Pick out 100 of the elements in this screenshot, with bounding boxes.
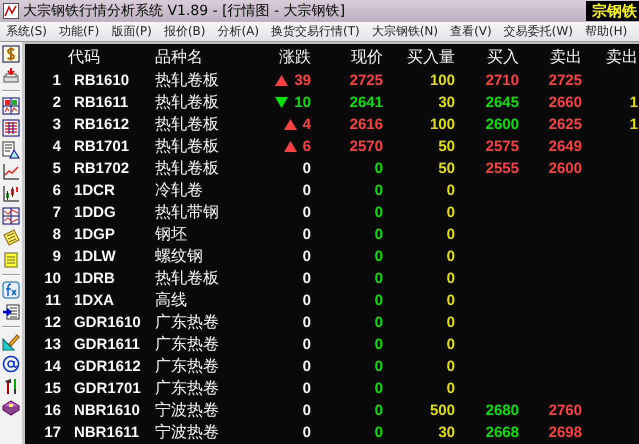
contract-code: GDR1610 [74, 314, 141, 330]
menu-item[interactable]: 版面(P) [105, 23, 158, 40]
function-icon[interactable] [2, 281, 20, 299]
volume-value: 0 [446, 314, 455, 330]
change-value: 0 [302, 292, 311, 308]
row-number: 15 [44, 380, 61, 396]
contract-code: 1DDG [74, 204, 116, 220]
column-header[interactable]: 品种名 [155, 46, 203, 68]
column-header[interactable]: 卖出 [606, 46, 638, 68]
price-value: 2725 [350, 72, 383, 88]
bid-price: 2555 [486, 160, 519, 176]
volume-value: 0 [446, 204, 455, 220]
column-header[interactable]: 买入量 [407, 46, 455, 68]
at-icon[interactable] [2, 355, 20, 373]
price-value: 2570 [350, 138, 383, 154]
price-value: 0 [374, 424, 383, 440]
price-value: 0 [374, 182, 383, 198]
document-icon[interactable] [2, 141, 20, 159]
change-value: 6 [302, 138, 311, 154]
product-name: 热轧卷板 [155, 268, 219, 288]
menu-item[interactable]: 大宗钢铁(N) [366, 23, 444, 40]
menu-item[interactable]: 查看(V) [444, 23, 498, 40]
price-value: 0 [374, 402, 383, 418]
column-header[interactable]: 卖出 [550, 46, 582, 68]
grid-chart-icon[interactable] [2, 207, 20, 225]
contract-code: RB1612 [74, 116, 130, 132]
bid-price: 2680 [486, 402, 519, 418]
price-value: 0 [374, 270, 383, 286]
printer-icon[interactable] [2, 67, 20, 85]
price-value: 2616 [350, 116, 383, 132]
menu-item[interactable]: 交易委托(W) [498, 23, 579, 40]
contract-code: GDR1701 [74, 380, 141, 396]
contract-code: RB1701 [74, 138, 130, 154]
volume-value: 0 [446, 336, 455, 352]
change-value: 0 [302, 270, 311, 286]
product-name: 宁波热卷 [155, 400, 219, 420]
volume-value: 0 [446, 248, 455, 264]
change-value: 0 [302, 314, 311, 330]
menu-item[interactable]: 系统(S) [0, 23, 53, 40]
ask-price: 2649 [548, 138, 582, 154]
change-value: 0 [302, 204, 311, 220]
volume-value: 0 [446, 292, 455, 308]
column-header[interactable]: 买入 [487, 46, 519, 68]
price-value: 0 [374, 226, 383, 242]
ask-volume: 1 [630, 116, 638, 132]
row-number: 13 [44, 336, 61, 352]
column-header[interactable]: 现价 [351, 46, 383, 68]
price-value: 0 [374, 380, 383, 396]
change-value: 0 [302, 336, 311, 352]
change-value: 10 [294, 94, 311, 110]
change-value: 0 [302, 226, 311, 242]
row-number: 11 [45, 292, 61, 308]
price-value: 0 [374, 248, 383, 264]
change-value: 39 [294, 72, 311, 88]
row-number: 17 [44, 424, 61, 440]
menu-item[interactable]: 功能(F) [52, 23, 106, 40]
change-value: 0 [302, 160, 311, 176]
menu-item[interactable]: 帮助(H) [578, 23, 634, 40]
column-header[interactable]: 代码 [68, 46, 100, 68]
volume-value: 0 [446, 226, 455, 242]
menu-item[interactable]: 报价(B) [158, 23, 212, 40]
row-number: 3 [52, 116, 61, 132]
table-icon[interactable] [2, 97, 20, 115]
product-name: 广东热卷 [155, 378, 219, 398]
contract-code: RB1611 [74, 94, 128, 110]
contract-code: NBR1610 [74, 402, 140, 418]
row-number: 12 [44, 314, 61, 330]
row-number: 9 [52, 248, 61, 264]
ask-volume: 1 [630, 94, 638, 110]
product-name: 热轧卷板 [155, 92, 219, 112]
volume-value: 30 [438, 424, 455, 440]
candlestick-icon[interactable] [2, 185, 20, 203]
import-icon[interactable] [2, 303, 20, 321]
row-number: 2 [52, 94, 61, 110]
bid-price: 2575 [486, 138, 519, 154]
scroll-icon[interactable] [2, 251, 20, 269]
book-icon[interactable] [2, 399, 20, 417]
menu-item[interactable]: 换货交易行情(T) [265, 23, 366, 40]
volume-value: 0 [446, 270, 455, 286]
ask-price: 2760 [548, 402, 582, 418]
ask-price: 2625 [548, 116, 582, 132]
row-number: 14 [44, 358, 61, 374]
price-value: 0 [374, 160, 383, 176]
dollar-icon[interactable] [2, 45, 20, 63]
product-name: 广东热卷 [155, 334, 219, 354]
column-header[interactable]: 涨跌 [279, 46, 311, 68]
price-value: 0 [374, 204, 383, 220]
list-icon[interactable] [2, 119, 20, 137]
change-value: 0 [302, 182, 311, 198]
product-name: 热轧卷板 [155, 136, 219, 156]
contract-code: 1DXA [74, 292, 114, 308]
notepad-icon[interactable] [2, 229, 20, 247]
price-value: 0 [374, 314, 383, 330]
line-chart-icon[interactable] [2, 163, 20, 181]
menu-item[interactable]: 分析(A) [211, 23, 266, 40]
bid-price: 2645 [486, 94, 519, 110]
ruler-icon[interactable] [2, 333, 20, 351]
volume-value: 500 [430, 402, 455, 418]
price-value: 0 [374, 358, 383, 374]
change-value: 0 [302, 248, 311, 264]
